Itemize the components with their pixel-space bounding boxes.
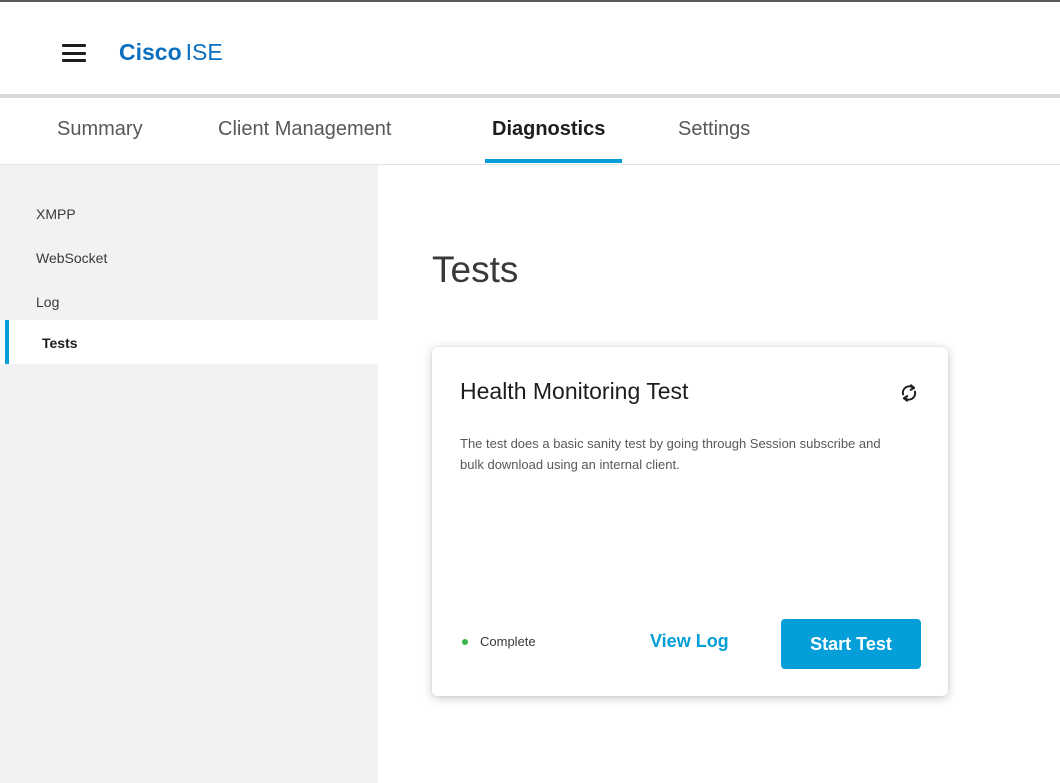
app-brand[interactable]: Cisco ISE — [119, 38, 223, 66]
start-test-button[interactable]: Start Test — [781, 619, 921, 669]
page-title: Tests — [432, 249, 519, 290]
sidebar-item-label: Tests — [42, 335, 78, 351]
brand-main-text: Cisco — [119, 39, 182, 65]
view-log-link[interactable]: View Log — [650, 631, 729, 652]
tab-diagnostics[interactable]: Diagnostics — [492, 116, 605, 142]
brand-sub-text: ISE — [185, 39, 223, 65]
status-dot-icon — [462, 638, 468, 645]
sidebar-item-websocket[interactable]: WebSocket — [0, 235, 378, 279]
active-tab-indicator — [485, 159, 622, 163]
sidebar-item-xmpp[interactable]: XMPP — [0, 191, 378, 235]
tab-summary[interactable]: Summary — [57, 116, 143, 142]
app-window: Cisco ISE Summary Client Management Diagn… — [0, 0, 1060, 783]
tab-bar: Summary Client Management Diagnostics Se… — [0, 98, 1060, 164]
status-text: Complete — [480, 634, 536, 649]
tab-settings[interactable]: Settings — [678, 116, 750, 142]
tab-client-management[interactable]: Client Management — [218, 116, 391, 142]
sidebar-item-label: WebSocket — [36, 250, 108, 266]
top-header: Cisco ISE — [0, 2, 1060, 94]
sidebar: XMPP WebSocket Log Tests — [0, 165, 378, 783]
sidebar-item-log[interactable]: Log — [0, 279, 378, 323]
health-monitoring-test-card: Health Monitoring Test The test does a b… — [432, 347, 948, 696]
card-description: The test does a basic sanity test by goi… — [460, 436, 881, 472]
sidebar-item-tests[interactable]: Tests — [0, 320, 378, 364]
sidebar-item-label: XMPP — [36, 206, 76, 222]
refresh-icon[interactable] — [898, 382, 920, 404]
card-title: Health Monitoring Test — [460, 378, 689, 404]
hamburger-menu-icon[interactable] — [62, 44, 86, 62]
sidebar-item-label: Log — [36, 294, 60, 310]
test-status: Complete — [462, 634, 536, 649]
